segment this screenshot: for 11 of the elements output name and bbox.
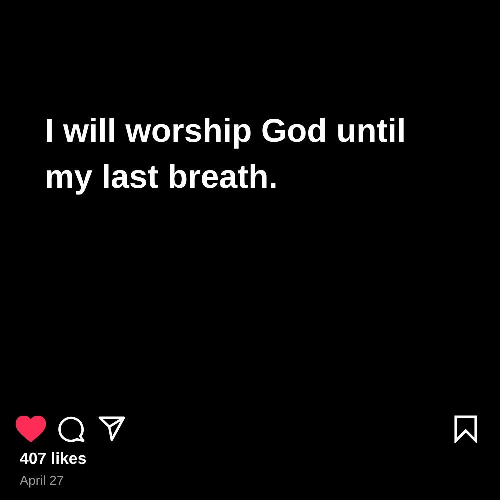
post-text: I will worship God until my last breath. (45, 111, 408, 197)
bookmark-icon (454, 415, 478, 443)
heart-icon (16, 416, 46, 442)
likes-count: 407 likes (20, 451, 88, 469)
comment-button[interactable] (58, 415, 86, 443)
speech-bubble-icon (58, 415, 86, 443)
paper-plane-icon (98, 416, 126, 442)
share-button[interactable] (98, 416, 126, 442)
bookmark-button[interactable] (454, 415, 478, 443)
like-button[interactable] (16, 416, 46, 442)
post-date: April 27 (20, 473, 66, 488)
